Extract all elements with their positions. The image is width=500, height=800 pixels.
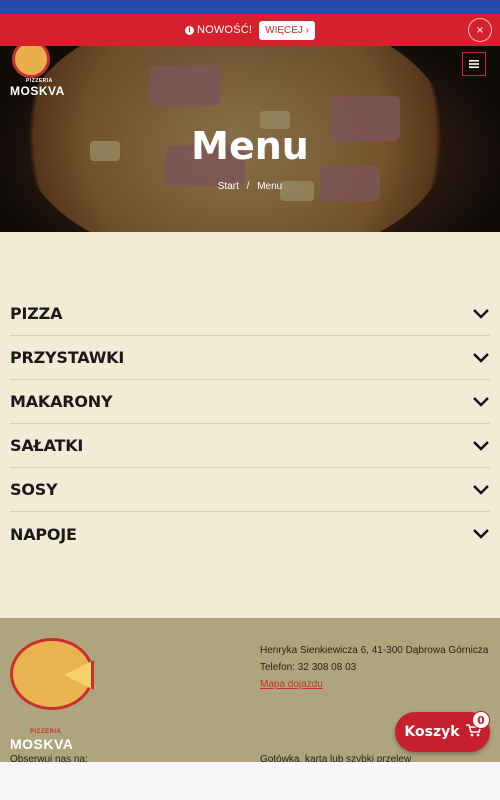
footer-phone: Telefon: 32 308 08 03 bbox=[260, 662, 357, 673]
brand-name: PIZZERIA MOSKVA bbox=[10, 78, 65, 98]
site-logo[interactable]: PIZZERIA MOSKVA bbox=[10, 46, 80, 102]
brand-text: MOSKVA bbox=[10, 84, 65, 98]
chevron-down-icon bbox=[472, 437, 490, 455]
chevron-down-icon bbox=[472, 393, 490, 411]
menu-category-sosy[interactable]: SOSY bbox=[10, 468, 490, 512]
chevron-down-icon bbox=[472, 305, 490, 323]
chevron-down-icon bbox=[472, 525, 490, 543]
top-strip bbox=[0, 0, 500, 14]
bottom-bar bbox=[0, 762, 500, 800]
breadcrumb: Start / Menu bbox=[0, 181, 500, 192]
close-notice-button[interactable]: × bbox=[468, 18, 492, 42]
breadcrumb-current: Menu bbox=[257, 181, 283, 192]
menu-category-salatki[interactable]: SAŁATKI bbox=[10, 424, 490, 468]
menu-category-label: SOSY bbox=[10, 480, 58, 499]
pizza-logo-icon bbox=[12, 46, 50, 78]
menu-category-label: MAKARONY bbox=[10, 392, 113, 411]
notice-bar: i NOWOŚĆ! WIĘCEJ › × bbox=[0, 14, 500, 46]
footer-brand-name: PIZZERIA MOSKVA bbox=[10, 729, 74, 752]
info-icon: i bbox=[184, 25, 194, 35]
footer-contact: Henryka Sienkiewicza 6, 41-300 Dąbrowa G… bbox=[260, 642, 488, 693]
hamburger-icon bbox=[469, 60, 479, 68]
cart-count-badge: 0 bbox=[472, 711, 490, 729]
brand-prefix: PIZZERIA bbox=[26, 78, 53, 84]
menu-category-list: PIZZA PRZYSTAWKI MAKARONY SAŁATKI SOSY N… bbox=[10, 292, 490, 556]
notice-label: NOWOŚĆ! bbox=[196, 24, 253, 36]
footer-brand-prefix: PIZZERIA bbox=[30, 729, 62, 735]
breadcrumb-start[interactable]: Start bbox=[218, 181, 239, 192]
footer-logo[interactable]: PIZZERIA MOSKVA bbox=[10, 638, 95, 752]
menu-category-label: NAPOJE bbox=[10, 524, 77, 544]
map-link[interactable]: Mapa dojazdu bbox=[260, 676, 488, 693]
chevron-down-icon bbox=[472, 481, 490, 499]
menu-category-label: SAŁATKI bbox=[10, 436, 84, 455]
breadcrumb-separator: / bbox=[246, 181, 250, 192]
chevron-down-icon bbox=[472, 349, 490, 367]
hero-banner: PIZZERIA MOSKVA Menu Start / Menu bbox=[0, 46, 500, 232]
menu-category-makarony[interactable]: MAKARONY bbox=[10, 380, 490, 424]
cart-label: Koszyk bbox=[404, 724, 460, 740]
hamburger-menu-button[interactable] bbox=[462, 52, 486, 76]
menu-category-label: PIZZA bbox=[10, 304, 63, 323]
page-title: Menu bbox=[191, 124, 309, 168]
more-button[interactable]: WIĘCEJ › bbox=[259, 20, 316, 40]
menu-category-przystawki[interactable]: PRZYSTAWKI bbox=[10, 336, 490, 380]
footer-address: Henryka Sienkiewicza 6, 41-300 Dąbrowa G… bbox=[260, 645, 489, 656]
menu-category-label: PRZYSTAWKI bbox=[10, 348, 125, 367]
menu-category-pizza[interactable]: PIZZA bbox=[10, 292, 490, 336]
footer-brand-text: MOSKVA bbox=[10, 736, 74, 752]
menu-category-napoje[interactable]: NAPOJE bbox=[10, 512, 490, 556]
